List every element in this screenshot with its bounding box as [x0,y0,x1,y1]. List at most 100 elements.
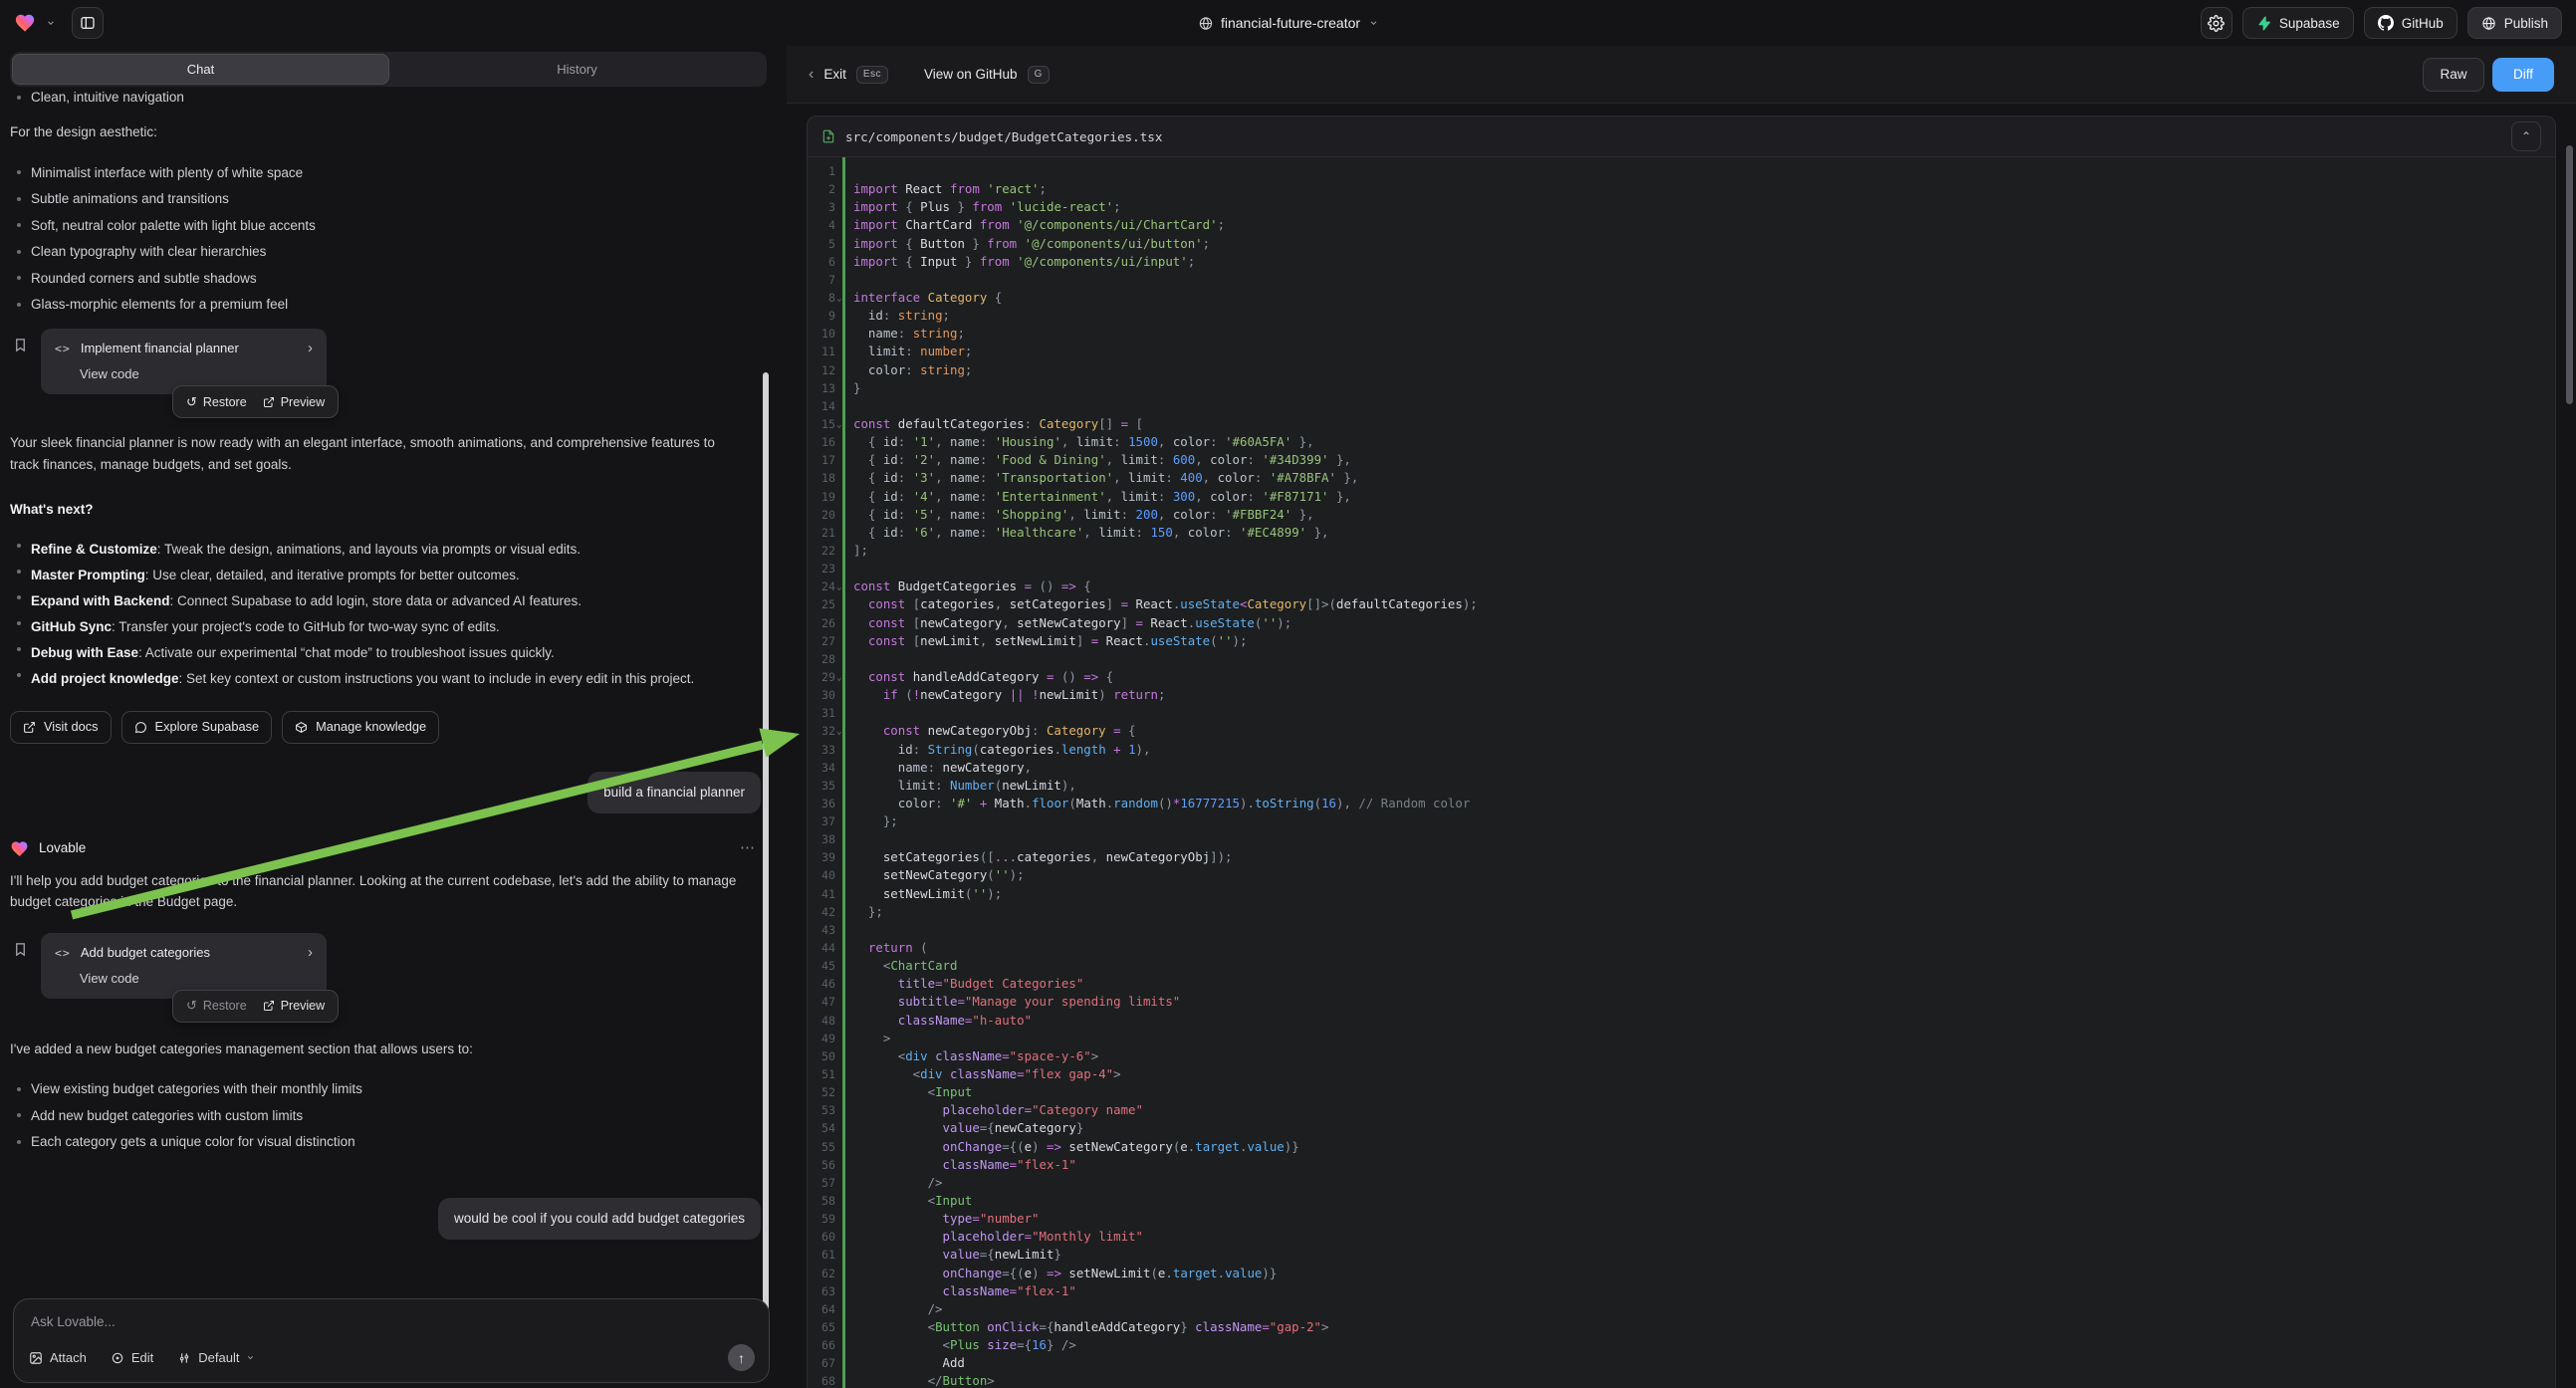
supabase-button[interactable]: Supabase [2242,7,2354,39]
version-card-add-budget-categories[interactable]: <> Add budget categories › View code ↺ R… [41,933,327,999]
code-line: 63 className="flex-1" [808,1282,2555,1300]
workspace-chevron-down-icon[interactable] [46,18,56,28]
publish-button[interactable]: Publish [2467,7,2562,39]
github-button[interactable]: GitHub [2364,7,2458,39]
code-line: 24⌄const BudgetCategories = () => { [808,578,2555,595]
list-item: Each category gets a unique color for vi… [10,1134,775,1150]
attach-button[interactable]: Attach [29,1350,87,1365]
manage-knowledge-button[interactable]: Manage knowledge [282,711,439,744]
github-label: GitHub [2402,16,2444,31]
code-line: 22]; [808,542,2555,560]
chat-messages[interactable]: Clean, intuitive navigation For the desi… [10,86,775,1290]
fold-chevron-icon[interactable]: ⌄ [836,416,841,434]
fold-chevron-icon[interactable]: ⌄ [836,723,841,741]
view-code-link[interactable]: View code [80,971,313,987]
mode-chevron-down-icon [246,1353,255,1362]
preview-label: Preview [281,394,325,410]
list-item: Clean typography with clear hierarchies [10,244,775,260]
fold-chevron-icon[interactable]: ⌄ [836,578,841,596]
line-number: 9 [808,307,835,325]
restore-label: Restore [203,998,247,1014]
whats-next-item: GitHub Sync: Transfer your project's cod… [10,616,752,637]
code-line: 54 value={newCategory} [808,1119,2555,1137]
whats-next-item: Refine & Customize: Tweak the design, an… [10,539,752,560]
exit-button[interactable]: Exit [823,67,846,82]
tab-history[interactable]: History [389,54,765,85]
collapse-chevron-up-button[interactable]: ⌃ [2511,121,2541,151]
composer-input[interactable]: Ask Lovable... [31,1314,116,1329]
line-number: 13 [808,379,835,397]
raw-toggle-button[interactable]: Raw [2423,58,2484,92]
line-number: 4 [808,216,835,234]
tab-chat[interactable]: Chat [12,54,389,85]
edit-mode-button[interactable]: Edit [111,1350,153,1365]
line-number: 38 [808,830,835,848]
bookmark-icon[interactable] [13,337,28,353]
project-switcher[interactable]: financial-future-creator [1198,0,1378,46]
project-name: financial-future-creator [1221,15,1360,31]
publish-label: Publish [2504,16,2548,31]
visit-docs-button[interactable]: Visit docs [10,711,112,744]
preview-button[interactable]: Preview [263,394,325,410]
view-code-link[interactable]: View code [80,366,313,382]
restore-preview-bar: ↺ Restore Preview [172,990,339,1023]
restore-icon: ↺ [186,394,197,410]
fold-chevron-icon[interactable]: ⌄ [836,669,841,687]
chat-scrollbar-thumb[interactable] [763,372,769,1333]
line-number: 41 [808,885,835,903]
toggle-sidebar-button[interactable] [72,7,104,39]
send-button[interactable]: ↑ [728,1344,755,1371]
external-link-icon [263,1000,275,1012]
line-number: 35 [808,777,835,795]
line-number: 22 [808,542,835,560]
line-number: 18 [808,469,835,487]
line-number: 6 [808,253,835,271]
line-number: 57 [808,1174,835,1192]
settings-gear-button[interactable] [2201,7,2232,39]
mode-selector[interactable]: Default [177,1350,255,1365]
preview-button[interactable]: Preview [263,998,325,1014]
message-menu-dots-icon[interactable]: ⋯ [740,840,757,856]
line-number: 67 [808,1354,835,1372]
code-line: 13} [808,379,2555,397]
code-line: 17 { id: '2', name: 'Food & Dining', lim… [808,451,2555,469]
diff-toggle-button[interactable]: Diff [2492,58,2554,92]
code-line: 48 className="h-auto" [808,1012,2555,1030]
line-number: 32 [808,722,835,740]
esc-kbd: Esc [856,66,888,84]
target-icon [111,1351,124,1365]
line-number: 37 [808,812,835,830]
restore-button[interactable]: ↺ Restore [186,394,247,410]
line-number: 33 [808,741,835,759]
publish-globe-icon [2481,16,2496,31]
line-number: 65 [808,1318,835,1336]
restore-button[interactable]: ↺ Restore [186,998,247,1014]
version-card-implement-financial-planner[interactable]: <> Implement financial planner › View co… [41,329,327,394]
assistant-name: Lovable [39,840,86,856]
code-line: 47 subtitle="Manage your spending limits… [808,993,2555,1011]
line-number: 2 [808,180,835,198]
chat-history-tabs: Chat History [10,52,767,87]
bookmark-icon[interactable] [13,941,28,958]
code-line: 32⌄ const newCategoryObj: Category = { [808,722,2555,740]
code-line: 19 { id: '4', name: 'Entertainment', lim… [808,488,2555,506]
code-line: 49 > [808,1030,2555,1047]
code-line: 34 name: newCategory, [808,759,2555,777]
line-number: 7 [808,271,835,289]
chat-composer[interactable]: Ask Lovable... Attach Edit Default [13,1298,770,1383]
package-icon [295,721,308,734]
code-line: 12 color: string; [808,361,2555,379]
code-scrollbar-thumb[interactable] [2566,145,2573,404]
code-area[interactable]: 12import React from 'react';3import { Pl… [808,157,2555,1388]
fold-chevron-icon[interactable]: ⌄ [836,290,841,308]
code-line: 61 value={newLimit} [808,1246,2555,1264]
view-on-github-button[interactable]: View on GitHub [924,67,1018,82]
lovable-logo-icon[interactable] [14,12,36,34]
list-item: View existing budget categories with the… [10,1081,775,1097]
code-line: 40 setNewCategory(''); [808,866,2555,884]
file-path-bar[interactable]: src/components/budget/BudgetCategories.t… [808,116,2555,157]
list-item: Glass-morphic elements for a premium fee… [10,297,775,313]
explore-supabase-button[interactable]: Explore Supabase [121,711,273,744]
line-number: 1 [808,162,835,180]
supabase-label: Supabase [2279,16,2340,31]
